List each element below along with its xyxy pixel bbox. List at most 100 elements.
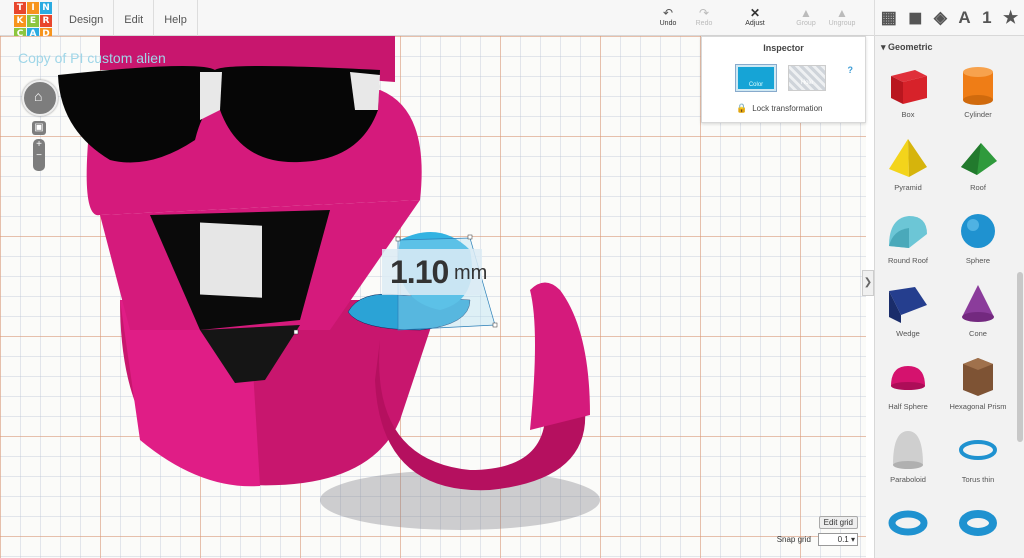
edit-grid-button[interactable]: Edit grid bbox=[818, 516, 858, 529]
shape-sphere[interactable]: Sphere bbox=[945, 204, 1011, 274]
shape-torus-thin[interactable]: Torus thin bbox=[945, 423, 1011, 493]
text-A-icon[interactable]: A bbox=[958, 8, 970, 28]
shapes-panel: ▾ Geometric Box Cylinder Pyramid Roof Ro… bbox=[874, 36, 1024, 558]
shape-label: Sphere bbox=[965, 256, 991, 265]
shape-label: Roof bbox=[970, 183, 986, 192]
section-title: Geometric bbox=[888, 42, 933, 52]
snap-grid-label: Snap grid bbox=[776, 535, 811, 544]
logo-letter: T bbox=[14, 2, 26, 14]
color-label: Color bbox=[748, 82, 764, 88]
orbit-control[interactable] bbox=[22, 80, 58, 116]
main-menu: Design Edit Help bbox=[58, 0, 198, 36]
adjust-button[interactable]: ✕ Adjust bbox=[735, 6, 775, 27]
half-sphere-icon bbox=[891, 366, 925, 390]
paraboloid-icon bbox=[893, 431, 923, 469]
cylinder-icon bbox=[963, 67, 993, 105]
view-icon-bar: ▦ ◼ ◈ A 1 ★ bbox=[874, 0, 1024, 36]
shape-roof[interactable]: Roof bbox=[945, 131, 1011, 201]
star-icon[interactable]: ★ bbox=[1003, 8, 1018, 28]
zoom-out-icon[interactable]: − bbox=[33, 150, 45, 161]
shape-round-roof[interactable]: Round Roof bbox=[875, 204, 941, 274]
torus-thin-icon bbox=[959, 440, 997, 460]
ungroup-icon: ▲ bbox=[836, 6, 848, 20]
group-button[interactable]: ▲ Group bbox=[786, 6, 826, 27]
shape-label: Cone bbox=[969, 329, 987, 338]
adjust-label: Adjust bbox=[745, 20, 765, 27]
redo-button[interactable]: ↷ Redo bbox=[684, 6, 724, 27]
shape-cone[interactable]: Cone bbox=[945, 277, 1011, 347]
shape-paraboloid[interactable]: Paraboloid bbox=[875, 423, 941, 493]
color-button[interactable]: Color bbox=[735, 64, 777, 92]
hexagonal-prism-icon bbox=[963, 358, 993, 396]
roof-icon bbox=[961, 143, 997, 175]
box-view-icon[interactable]: ◼ bbox=[908, 8, 922, 28]
shape-label: Cylinder bbox=[964, 110, 992, 119]
tinkercad-logo[interactable]: T I N K E R C A D bbox=[14, 2, 54, 40]
shape-box[interactable]: Box bbox=[875, 58, 941, 128]
hole-label: Hole bbox=[800, 80, 814, 86]
inspector-panel: Inspector Color Hole ? 🔒 Lock transformat… bbox=[701, 36, 866, 123]
collapse-panel-chevron-icon[interactable]: ❯ bbox=[862, 270, 874, 296]
sphere-icon bbox=[961, 214, 995, 248]
shape-label: Half Sphere bbox=[888, 402, 928, 411]
shape-label: Box bbox=[901, 110, 915, 119]
dimension-value[interactable]: 1.10 bbox=[390, 254, 449, 291]
tube-icon bbox=[959, 510, 997, 536]
grid-view-icon[interactable]: ▦ bbox=[881, 8, 897, 28]
adjust-icon: ✕ bbox=[749, 6, 761, 20]
torus-icon bbox=[888, 510, 928, 536]
logo-letter: K bbox=[14, 15, 26, 27]
undo-label: Undo bbox=[659, 20, 677, 27]
shape-cylinder[interactable]: Cylinder bbox=[945, 58, 1011, 128]
menu-edit[interactable]: Edit bbox=[113, 0, 153, 36]
geometric-section-header[interactable]: ▾ Geometric bbox=[881, 42, 933, 53]
components-icon[interactable]: ◈ bbox=[934, 8, 947, 28]
zoom-in-icon[interactable]: + bbox=[33, 139, 45, 150]
shape-label: Torus thin bbox=[961, 475, 995, 484]
round-roof-icon bbox=[889, 216, 927, 248]
help-icon[interactable]: ? bbox=[848, 65, 854, 75]
menu-help[interactable]: Help bbox=[153, 0, 198, 36]
logo-letter: I bbox=[27, 2, 39, 14]
shape-half-sphere[interactable]: Half Sphere bbox=[875, 350, 941, 420]
home-view-button[interactable]: ▣ bbox=[32, 121, 46, 135]
design-title[interactable]: Copy of PI custom alien bbox=[18, 50, 166, 66]
group-icon: ▲ bbox=[800, 6, 812, 20]
lock-label: Lock transformation bbox=[752, 104, 823, 113]
snap-grid-controls: Edit grid Snap grid 0.1 ▾ bbox=[777, 516, 858, 546]
logo-letter: E bbox=[27, 15, 39, 27]
ungroup-label: Ungroup bbox=[828, 20, 856, 27]
shape-label: Round Roof bbox=[887, 256, 929, 265]
zoom-control[interactable]: + − bbox=[33, 139, 45, 171]
cone-icon bbox=[962, 285, 994, 322]
menu-design[interactable]: Design bbox=[58, 0, 113, 36]
shape-label: Wedge bbox=[896, 329, 920, 338]
undo-button[interactable]: ↶ Undo bbox=[648, 6, 688, 27]
shape-hexagonal-prism[interactable]: Hexagonal Prism bbox=[945, 350, 1011, 420]
shape-torus[interactable] bbox=[875, 496, 941, 558]
top-toolbar: T I N K E R C A D Design Edit Help ↶ Und… bbox=[0, 0, 1024, 40]
shape-label: Paraboloid bbox=[890, 475, 926, 484]
undo-icon: ↶ bbox=[662, 6, 674, 20]
panel-scrollbar[interactable] bbox=[1017, 272, 1023, 442]
logo-letter: N bbox=[40, 2, 52, 14]
snap-grid-select[interactable]: 0.1 ▾ bbox=[818, 533, 858, 546]
box-icon bbox=[891, 70, 927, 104]
lock-transformation[interactable]: 🔒 Lock transformation bbox=[736, 103, 822, 114]
dimension-unit: mm bbox=[454, 262, 488, 284]
ungroup-button[interactable]: ▲ Ungroup bbox=[822, 6, 862, 27]
inspector-title: Inspector bbox=[763, 43, 804, 53]
wedge-icon bbox=[889, 287, 927, 323]
shape-label: Pyramid bbox=[894, 183, 922, 192]
shape-label: Hexagonal Prism bbox=[949, 402, 1007, 411]
redo-label: Redo bbox=[695, 20, 713, 27]
hole-button[interactable]: Hole bbox=[788, 65, 826, 91]
shape-tube[interactable] bbox=[945, 496, 1011, 558]
lock-icon: 🔒 bbox=[736, 103, 748, 113]
shape-wedge[interactable]: Wedge bbox=[875, 277, 941, 347]
number-1-icon[interactable]: 1 bbox=[982, 8, 991, 28]
shape-pyramid[interactable]: Pyramid bbox=[875, 131, 941, 201]
group-label: Group bbox=[796, 20, 816, 27]
logo-letter: R bbox=[40, 15, 52, 27]
pyramid-icon bbox=[889, 139, 927, 177]
